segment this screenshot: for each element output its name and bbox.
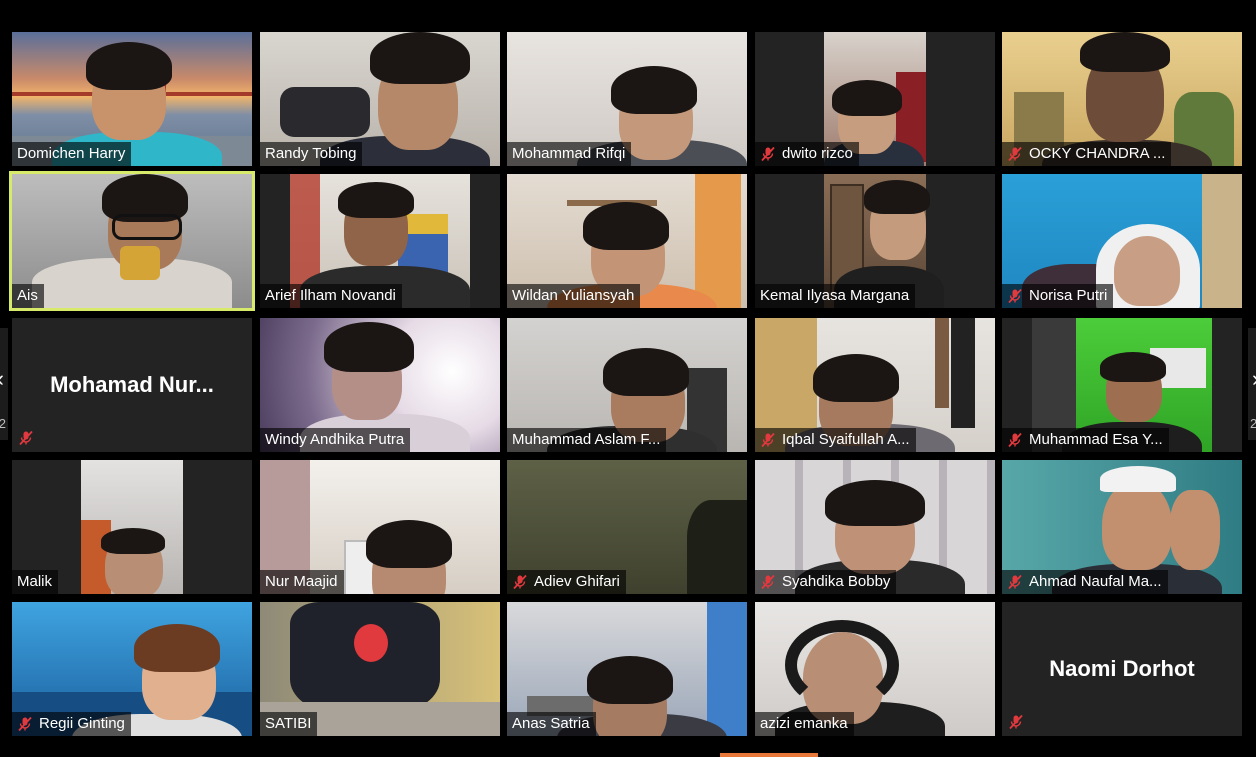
chevron-right-icon: ›: [1252, 366, 1256, 392]
participant-tile[interactable]: Malik: [12, 460, 252, 594]
participant-tile[interactable]: Adiev Ghifari: [507, 460, 747, 594]
microphone-muted-icon: [17, 716, 33, 732]
microphone-muted-icon: [1008, 714, 1024, 730]
participant-name: azizi emanka: [760, 715, 848, 732]
participant-name-tag: Windy Andhika Putra: [260, 428, 411, 452]
participant-name-tag: OCKY CHANDRA ...: [1002, 142, 1172, 166]
participant-name-tag: Norisa Putri: [1002, 284, 1114, 308]
participant-name-tag: Syahdika Bobby: [755, 570, 897, 594]
participant-name-tag: Malik: [12, 570, 59, 594]
participant-name-tag: azizi emanka: [755, 712, 854, 736]
participant-name-tag: Randy Tobing: [260, 142, 363, 166]
previous-page-number: 2: [0, 416, 6, 431]
participant-name-tag: Arief Ilham Novandi: [260, 284, 402, 308]
microphone-muted-icon: [1007, 146, 1023, 162]
participant-name: dwito rizco: [782, 145, 853, 162]
participant-name: OCKY CHANDRA ...: [1029, 145, 1166, 162]
microphone-muted-icon: [760, 146, 776, 162]
participant-tile[interactable]: dwito rizco: [755, 32, 995, 166]
previous-page-button[interactable]: ‹ 2: [0, 328, 8, 440]
participant-tile-video-off[interactable]: Mohamad Nur...: [12, 318, 252, 452]
participant-name: Anas Satria: [512, 715, 590, 732]
microphone-muted-icon: [1007, 574, 1023, 590]
accent-indicator-bar: [720, 753, 818, 757]
participant-name: Regii Ginting: [39, 715, 125, 732]
next-page-number: 2: [1250, 416, 1256, 431]
microphone-muted-icon: [18, 430, 34, 446]
participant-tile[interactable]: Norisa Putri: [1002, 174, 1242, 308]
participant-name: Ahmad Naufal Ma...: [1029, 573, 1162, 590]
participant-name-tag: SATIBI: [260, 712, 318, 736]
participant-name: Ais: [17, 287, 38, 304]
participant-display-name: Naomi Dorhot: [1049, 656, 1195, 681]
participant-name: SATIBI: [265, 715, 312, 732]
participant-tile[interactable]: Syahdika Bobby: [755, 460, 995, 594]
participant-name-tag: Adiev Ghifari: [507, 570, 626, 594]
participant-name-tag: Anas Satria: [507, 712, 596, 736]
participant-name-tag: Iqbal Syaifullah A...: [755, 428, 916, 452]
participant-tile-active-speaker[interactable]: Ais: [9, 171, 255, 311]
participant-name-tag: Muhammad Aslam F...: [507, 428, 667, 452]
microphone-muted-icon: [760, 574, 776, 590]
participant-name-tag: Nur Maajid: [260, 570, 344, 594]
participant-name-tag: Mohammad Rifqi: [507, 142, 632, 166]
participant-name: Wildan Yuliansyah: [512, 287, 635, 304]
participant-tile[interactable]: OCKY CHANDRA ...: [1002, 32, 1242, 166]
microphone-muted-icon: [1007, 288, 1023, 304]
participant-name: Malik: [17, 573, 53, 590]
participant-tile[interactable]: azizi emanka: [755, 602, 995, 736]
participant-tile[interactable]: Anas Satria: [507, 602, 747, 736]
participant-name-tag: Muhammad Esa Y...: [1002, 428, 1169, 452]
participant-tile[interactable]: Kemal Ilyasa Margana: [755, 174, 995, 308]
participant-name-tag: Ahmad Naufal Ma...: [1002, 570, 1168, 594]
participant-display-name: Mohamad Nur...: [50, 372, 214, 397]
video-grid: Domichen Harry Randy Tobing Mohammad Rif…: [0, 0, 1256, 757]
participant-tile[interactable]: Mohammad Rifqi: [507, 32, 747, 166]
participant-name: Arief Ilham Novandi: [265, 287, 396, 304]
participant-tile[interactable]: Arief Ilham Novandi: [260, 174, 500, 308]
participant-name: Iqbal Syaifullah A...: [782, 431, 910, 448]
participant-tile[interactable]: Wildan Yuliansyah: [507, 174, 747, 308]
participant-name: Randy Tobing: [265, 145, 357, 162]
participant-tile[interactable]: Muhammad Aslam F...: [507, 318, 747, 452]
participant-name: Domichen Harry: [17, 145, 126, 162]
participant-name: Windy Andhika Putra: [265, 431, 405, 448]
participant-tile[interactable]: Ahmad Naufal Ma...: [1002, 460, 1242, 594]
next-page-button[interactable]: › 2: [1248, 328, 1256, 440]
participant-tile[interactable]: Regii Ginting: [12, 602, 252, 736]
participant-name: Muhammad Esa Y...: [1029, 431, 1163, 448]
participant-tile[interactable]: Muhammad Esa Y...: [1002, 318, 1242, 452]
participant-name: Mohammad Rifqi: [512, 145, 626, 162]
participant-video: [81, 460, 183, 594]
participant-tile[interactable]: Randy Tobing: [260, 32, 500, 166]
microphone-muted-icon: [512, 574, 528, 590]
participant-name-tag: Ais: [12, 284, 44, 308]
participant-tile[interactable]: SATIBI: [260, 602, 500, 736]
participant-name-tag: Kemal Ilyasa Margana: [755, 284, 916, 308]
participant-tile[interactable]: Nur Maajid: [260, 460, 500, 594]
participant-name: Adiev Ghifari: [534, 573, 620, 590]
participant-name-tag: Regii Ginting: [12, 712, 131, 736]
participant-tile-video-off[interactable]: Naomi Dorhot: [1002, 602, 1242, 736]
participant-name-tag: Wildan Yuliansyah: [507, 284, 641, 308]
participant-name: Nur Maajid: [265, 573, 338, 590]
participant-name-tag: Domichen Harry: [12, 142, 132, 166]
participant-video: [12, 174, 252, 308]
microphone-muted-icon: [1007, 432, 1023, 448]
participant-tile[interactable]: Iqbal Syaifullah A...: [755, 318, 995, 452]
participant-name: Muhammad Aslam F...: [512, 431, 661, 448]
participant-name: Kemal Ilyasa Margana: [760, 287, 910, 304]
participant-name-tag: dwito rizco: [755, 142, 859, 166]
participant-tile[interactable]: Domichen Harry: [12, 32, 252, 166]
participant-name: Syahdika Bobby: [782, 573, 891, 590]
participant-tile[interactable]: Windy Andhika Putra: [260, 318, 500, 452]
participant-name: Norisa Putri: [1029, 287, 1108, 304]
microphone-muted-icon: [760, 432, 776, 448]
chevron-left-icon: ‹: [0, 366, 4, 392]
